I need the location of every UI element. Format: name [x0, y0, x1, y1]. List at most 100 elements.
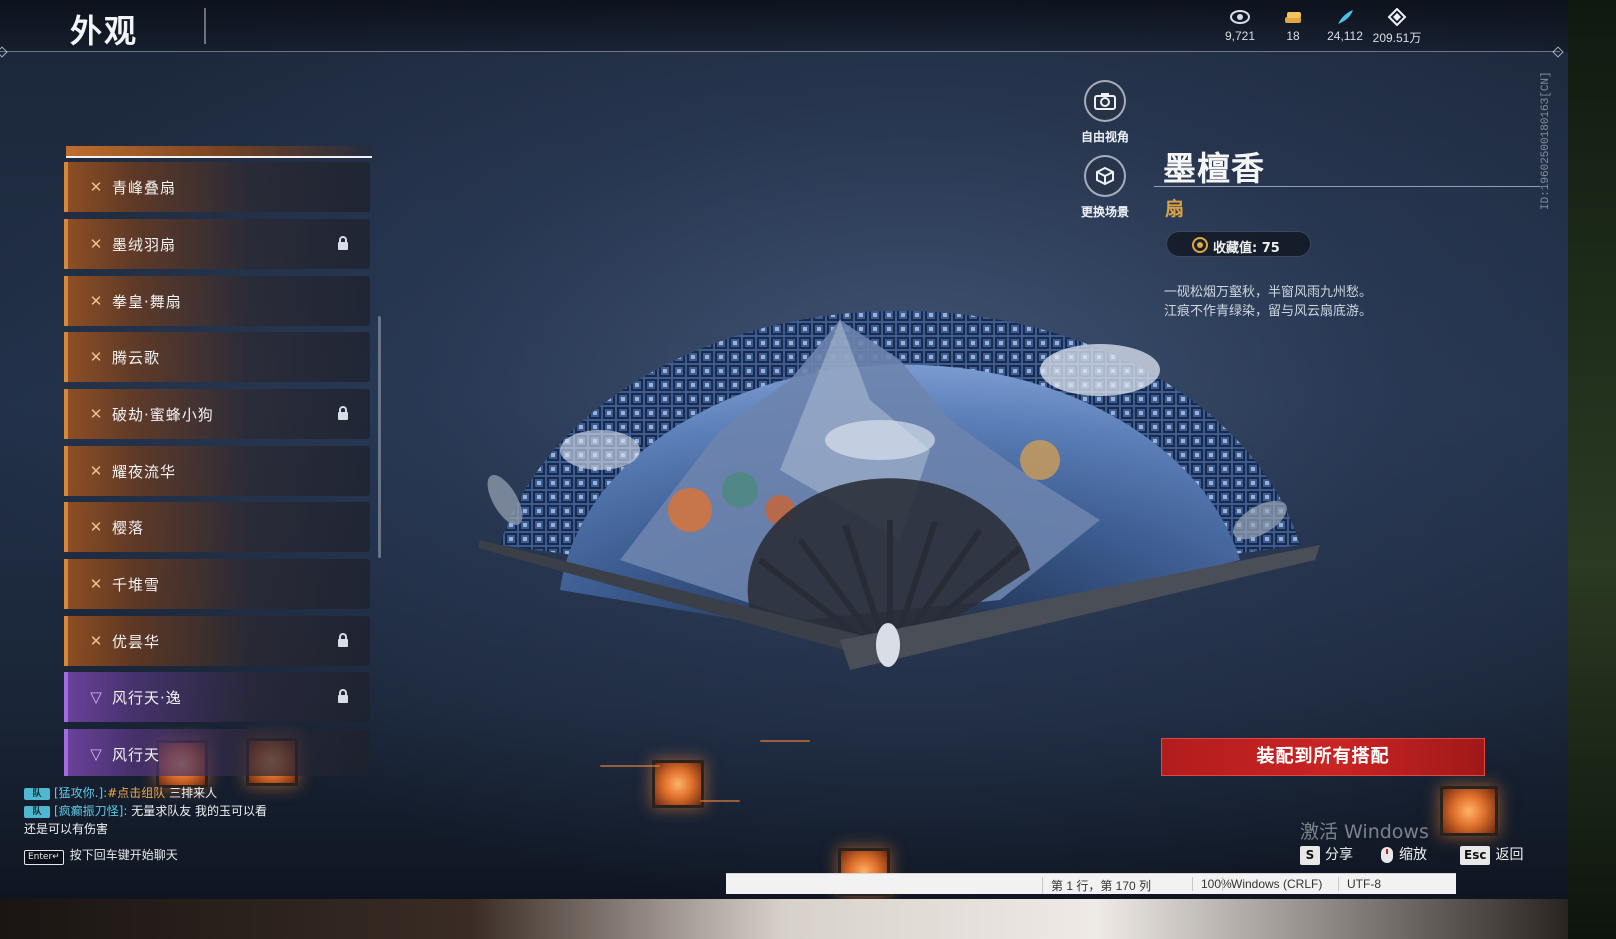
free-view-button[interactable]: 自由视角	[1075, 80, 1135, 145]
item-name: 墨檀香	[1163, 149, 1265, 188]
appearance-list: ✕ 青峰叠扇 ✕ 墨绒羽扇 ✕ 拳皇·舞扇 ✕ 腾云歌 ✕ 破劫·蜜蜂小狗 ✕ …	[64, 162, 372, 776]
currency-feather[interactable]: 24,112	[1315, 8, 1375, 43]
currency-value: 209.51万	[1372, 31, 1422, 45]
lock-icon	[338, 406, 348, 420]
lantern-decor	[652, 760, 704, 808]
list-item-label: 风行天·逸	[112, 689, 182, 707]
chat-message: 三排来人	[165, 786, 218, 800]
lock-icon	[338, 236, 348, 250]
currency-diamond[interactable]: 209.51万	[1367, 8, 1427, 46]
status-line-ending: Windows (CRLF)	[1222, 877, 1322, 891]
water-reflection	[760, 740, 810, 742]
fan-rarity-icon: ✕	[89, 178, 103, 196]
list-item[interactable]: ✕ 青峰叠扇	[64, 162, 370, 212]
desktop-background-edge	[0, 899, 1568, 939]
chat-sender[interactable]: [疯癫振刀怪]:	[54, 804, 127, 818]
camera-icon	[1094, 93, 1116, 110]
fan-rarity-icon: ✕	[89, 292, 103, 310]
status-cursor-position: 第 1 行，第 170 列	[1042, 877, 1151, 894]
collection-value-text: 收藏值: 75	[1213, 241, 1280, 256]
share-hint[interactable]: S 分享	[1300, 844, 1353, 865]
chat-team-link[interactable]: #点击组队	[107, 786, 165, 800]
currency-value: 9,721	[1224, 29, 1256, 43]
zoom-label: 缩放	[1399, 847, 1427, 863]
fan-rarity-icon: ▽	[90, 745, 102, 763]
chat-hint-text: 按下回车键开始聊天	[69, 848, 178, 862]
fan-rarity-icon: ▽	[90, 688, 102, 706]
list-item[interactable]: ✕ 墨绒羽扇	[64, 219, 370, 269]
list-item[interactable]: ✕ 破劫·蜜蜂小狗	[64, 389, 370, 439]
chat-message: 无量求队友 我的玉可以看	[127, 804, 268, 818]
chat-input-hint[interactable]: Enter↵ 按下回车键开始聊天	[24, 846, 178, 865]
fan-rarity-icon: ✕	[89, 518, 103, 536]
currency-eye[interactable]: 9,721	[1210, 8, 1270, 43]
list-item-label: 拳皇·舞扇	[112, 293, 182, 311]
list-item-label: 风行天	[112, 746, 161, 764]
name-divider	[1154, 186, 1540, 187]
windows-activation-watermark: 激活 Windows	[1300, 821, 1429, 843]
fan-rarity-icon: ✕	[89, 348, 103, 366]
enter-key-icon: Enter↵	[24, 850, 64, 865]
chat-box: 队 [猛攻你.]:#点击组队 三排来人 队 [疯癫振刀怪]: 无量求队友 我的玉可以…	[24, 784, 324, 838]
list-item[interactable]: ✕ 樱落	[64, 502, 370, 552]
currency-coin[interactable]: 18	[1263, 8, 1323, 43]
mouse-icon	[1381, 847, 1393, 863]
s-key-icon: S	[1300, 845, 1320, 865]
list-item[interactable]: ✕ 耀夜流华	[64, 446, 370, 496]
top-divider	[0, 51, 1560, 52]
list-item-label: 墨绒羽扇	[112, 236, 177, 254]
water-reflection	[600, 765, 660, 767]
fan-rarity-icon: ✕	[89, 632, 103, 650]
desktop-background-edge	[1568, 0, 1616, 939]
feather-currency-icon	[1338, 10, 1353, 24]
change-scene-button[interactable]: 更换场景	[1075, 155, 1135, 220]
chat-line: 队 [疯癫振刀怪]: 无量求队友 我的玉可以看	[24, 802, 324, 820]
list-item-label: 优昙华	[112, 633, 161, 651]
item-type: 扇	[1165, 198, 1185, 220]
back-label: 返回	[1495, 847, 1524, 863]
coin-stack-icon	[1285, 12, 1301, 23]
esc-key-icon: Esc	[1460, 845, 1491, 865]
water-reflection	[700, 800, 740, 802]
cube-icon	[1096, 166, 1114, 186]
list-item[interactable]: ▽ 风行天·逸	[64, 672, 370, 722]
list-item-label: 千堆雪	[112, 576, 161, 594]
change-scene-label: 更换场景	[1080, 205, 1129, 219]
fan-rarity-icon: ✕	[89, 575, 103, 593]
collection-value-badge: 收藏值: 75	[1166, 231, 1311, 257]
back-hint[interactable]: Esc 返回	[1460, 844, 1523, 865]
team-channel-icon: 队	[24, 805, 50, 818]
lock-icon	[338, 633, 348, 647]
status-encoding: UTF-8	[1338, 877, 1381, 891]
currency-value: 18	[1286, 29, 1300, 43]
zoom-hint[interactable]: 缩放	[1380, 844, 1427, 864]
list-item[interactable]: ▽ 风行天	[64, 729, 370, 776]
eye-currency-icon	[1230, 10, 1250, 24]
item-description: 一砚松烟万壑秋，半窗风雨九州愁。 江痕不作青绿染，留与风云扇底游。	[1164, 283, 1464, 321]
chat-message: 还是可以有伤害	[24, 822, 109, 836]
lock-icon	[338, 689, 348, 703]
list-item[interactable]: ✕ 拳皇·舞扇	[64, 276, 370, 326]
collection-icon	[1192, 237, 1208, 253]
free-view-label: 自由视角	[1080, 130, 1129, 144]
player-id-text: ID:1960250018016З[CN]	[1540, 71, 1552, 210]
list-item[interactable]: ✕ 千堆雪	[64, 559, 370, 609]
team-channel-icon: 队	[24, 787, 50, 800]
lantern-decor	[1440, 786, 1498, 836]
list-scrollbar[interactable]	[378, 316, 381, 558]
diamond-currency-icon	[1387, 8, 1407, 26]
chat-line: 队 [猛攻你.]:#点击组队 三排来人	[24, 784, 324, 802]
list-item[interactable]: ✕ 腾云歌	[64, 332, 370, 382]
share-label: 分享	[1325, 847, 1353, 863]
top-bar: 外观 9,721 18 24,112 209.51万	[0, 0, 1568, 52]
equip-all-button[interactable]: 装配到所有搭配	[1161, 738, 1485, 776]
notepad-status-bar: 第 1 行，第 170 列 100% Windows (CRLF) UTF-8	[726, 873, 1456, 894]
list-item-partial[interactable]	[66, 146, 372, 158]
list-item-label: 耀夜流华	[112, 463, 177, 481]
currency-value: 24,112	[1327, 29, 1363, 43]
list-item[interactable]: ✕ 优昙华	[64, 616, 370, 666]
chat-sender[interactable]: [猛攻你.]:	[54, 786, 107, 800]
list-item-label: 青峰叠扇	[112, 179, 177, 197]
list-item-label: 破劫·蜜蜂小狗	[112, 406, 214, 424]
page-title: 外观	[70, 12, 139, 50]
